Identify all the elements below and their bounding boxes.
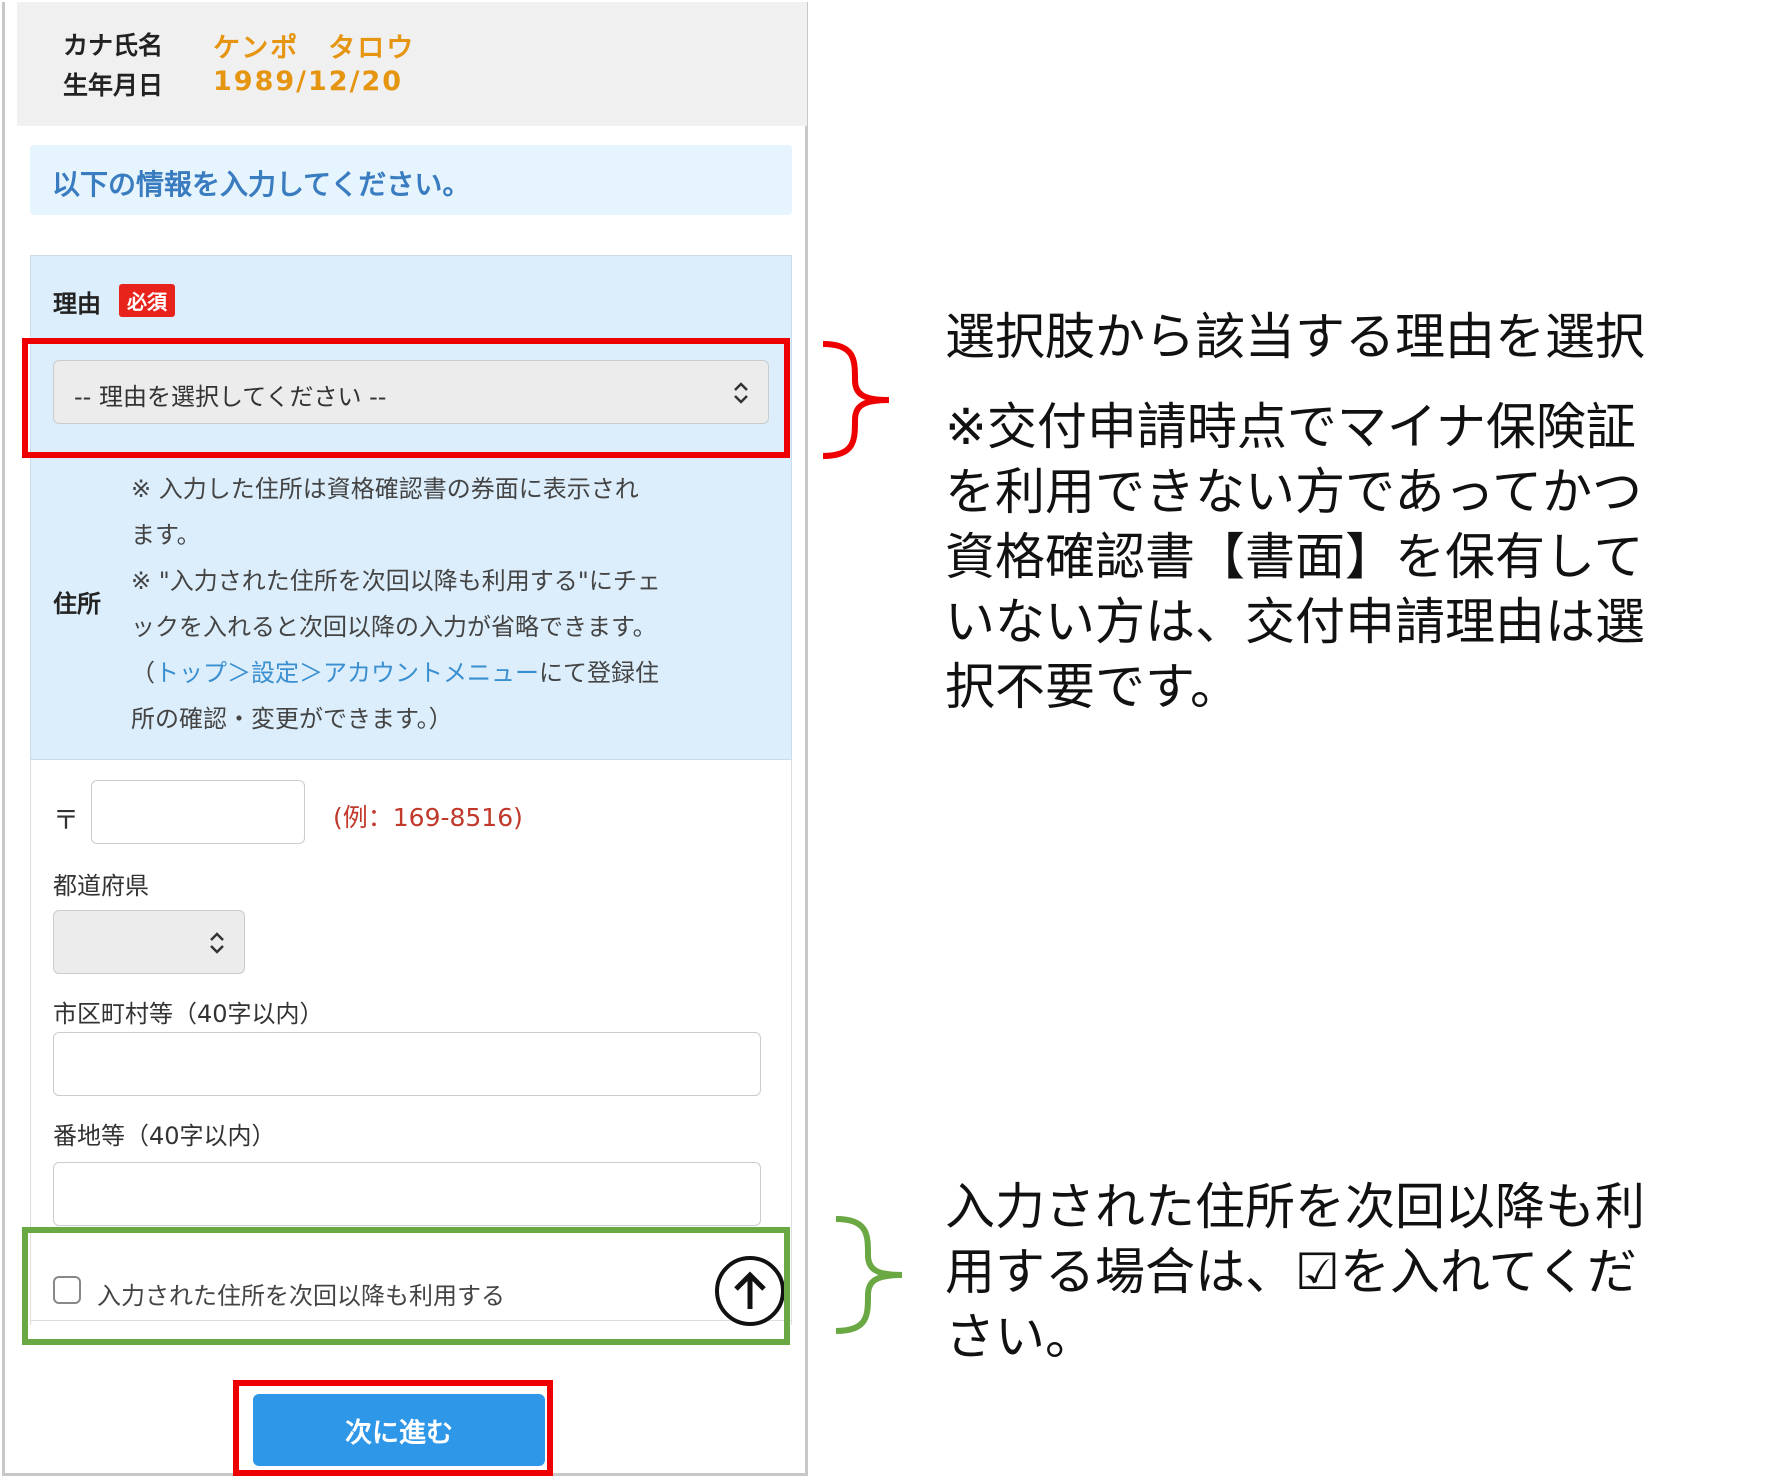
- address-note-text: にて登録住: [539, 659, 659, 687]
- annotation-line: 入力された住所を次回以降も利: [945, 1178, 1645, 1236]
- birthdate-row: 生年月日 1989/12/20: [63, 66, 403, 102]
- address-note-text: （: [131, 659, 155, 687]
- annotation-line: 択不要です。: [945, 658, 1240, 716]
- instruction-banner: 以下の情報を入力してください。: [30, 145, 792, 215]
- annotation-line: さい。: [945, 1308, 1095, 1366]
- birthdate-label: 生年月日: [63, 71, 164, 100]
- reason-label: 理由: [53, 290, 101, 318]
- postal-code-example: (例：169-8516): [333, 803, 523, 832]
- next-button-highlight-frame: [233, 1380, 553, 1476]
- save-address-highlight-frame: [22, 1227, 790, 1345]
- profile-summary: カナ氏名 ケンポ タロウ 生年月日 1989/12/20: [17, 2, 807, 126]
- select-arrows-icon: [210, 932, 224, 954]
- address-note-line: 所の確認・変更ができます。）: [131, 705, 453, 733]
- address-note-line: （トップ＞設定＞アカウントメニューにて登録住: [131, 650, 781, 696]
- city-input[interactable]: [53, 1032, 761, 1096]
- address-notes: ※ 入力した住所は資格確認書の券面に表示され ます。 ※ "入力された住所を次回…: [131, 466, 781, 742]
- address-note-line: ※ 入力した住所は資格確認書の券面に表示され: [131, 475, 639, 503]
- reason-address-section: 理由 必須 -- 理由を選択してください -- 住所 ※ 入力した住所は資格確認…: [30, 255, 792, 760]
- kana-name-label: カナ氏名: [63, 31, 164, 60]
- address-label: 住所: [53, 590, 101, 618]
- address-note-line: ※ "入力された住所を次回以降も利用する"にチェ: [131, 567, 661, 595]
- instruction-text: 以下の情報を入力してください。: [52, 168, 471, 201]
- annotation-line: を利用できない方であってかつ: [945, 463, 1642, 521]
- street-input[interactable]: [53, 1162, 761, 1226]
- annotation-line: ※交付申請時点でマイナ保険証: [945, 398, 1636, 456]
- curly-brace-icon: [835, 1216, 903, 1334]
- annotation-line: 資格確認書【書面】を保有して: [945, 528, 1644, 586]
- reason-highlight-frame: [22, 338, 790, 458]
- birthdate-value: 1989/12/20: [213, 66, 404, 97]
- address-note-line: ックを入れると次回以降の入力が省略できます。: [131, 613, 657, 641]
- kana-name-value: ケンポ タロウ: [213, 33, 416, 64]
- reason-annotation-title: 選択肢から該当する理由を選択: [945, 308, 1645, 366]
- address-note-line: ます。: [131, 521, 201, 549]
- save-address-annotation: 入力された住所を次回以降も利 用する場合は、☑を入れてくだ さい。: [945, 1175, 1645, 1370]
- prefecture-label: 都道府県: [53, 872, 149, 900]
- postal-mark: 〒: [53, 806, 80, 836]
- required-badge: 必須: [119, 284, 175, 317]
- kana-name-row: カナ氏名 ケンポ タロウ: [63, 26, 415, 65]
- reason-annotation-note: ※交付申請時点でマイナ保険証 を利用できない方であってかつ 資格確認書【書面】を…: [945, 395, 1645, 720]
- annotation-line: いない方は、交付申請理由は選: [945, 593, 1645, 651]
- street-label: 番地等（40字以内）: [53, 1122, 276, 1150]
- account-menu-link[interactable]: トップ＞設定＞アカウントメニュー: [155, 659, 539, 687]
- postal-code-input[interactable]: [91, 780, 305, 844]
- curly-brace-icon: [822, 341, 890, 459]
- city-label: 市区町村等（40字以内）: [53, 1000, 324, 1028]
- prefecture-select[interactable]: [53, 910, 245, 974]
- annotation-line: 用する場合は、☑を入れてくだ: [945, 1243, 1637, 1301]
